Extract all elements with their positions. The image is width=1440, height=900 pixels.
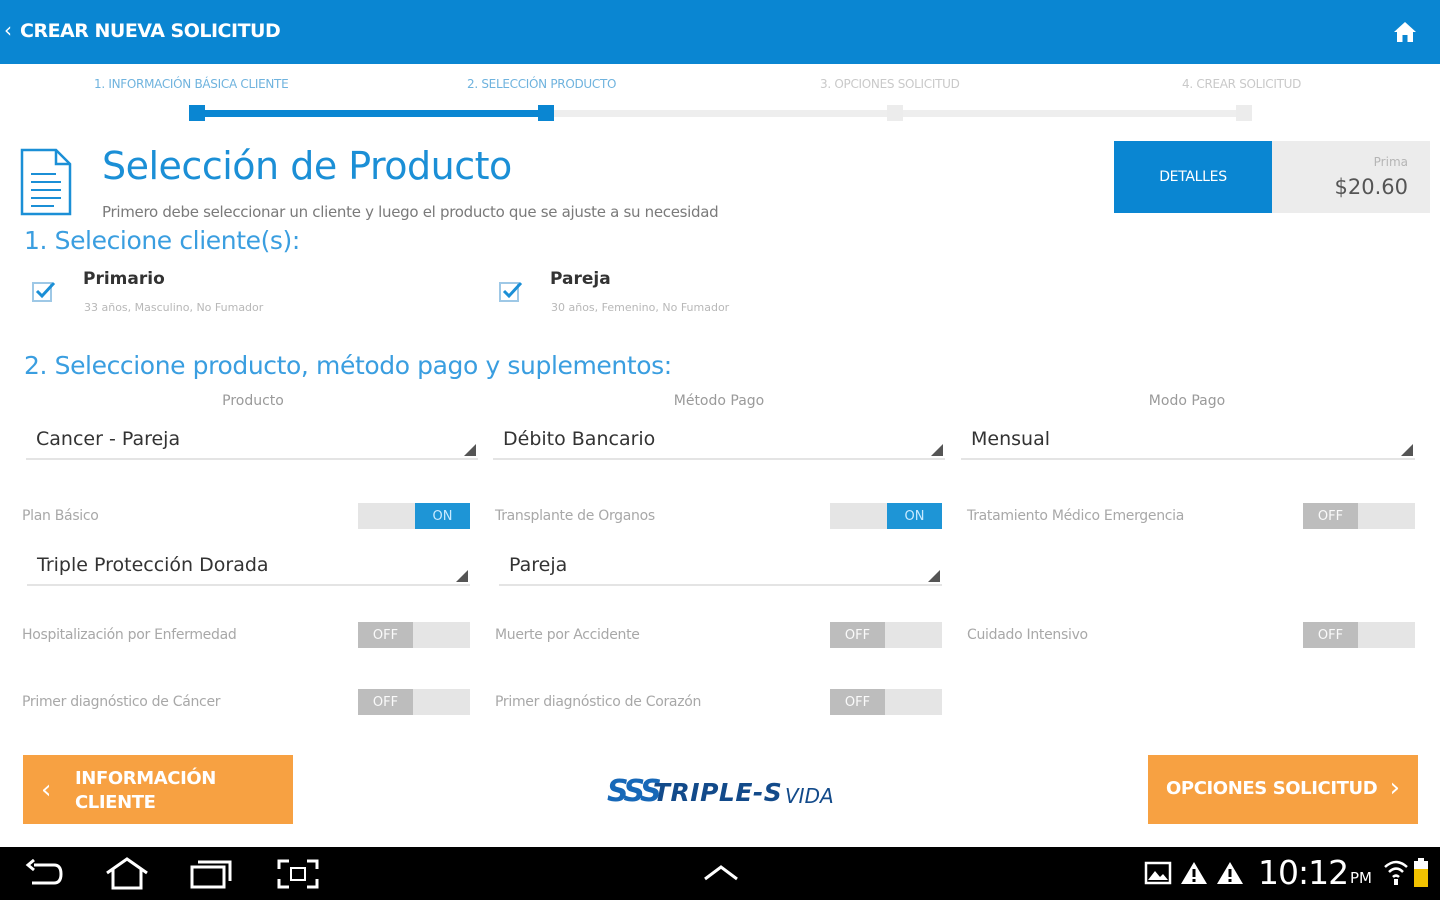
option-label-muerte-accidente: Muerte por Accidente — [495, 627, 640, 643]
back-chevron-icon[interactable]: ‹ — [4, 18, 12, 42]
back-icon[interactable] — [24, 859, 64, 889]
producto-select-value: Cancer - Pareja — [36, 428, 181, 450]
cuidado-intensivo-toggle[interactable]: OFF — [1303, 622, 1415, 648]
stepper-progress — [196, 110, 546, 117]
chevron-up-icon[interactable] — [702, 863, 740, 883]
chevron-right-icon: › — [1389, 773, 1400, 803]
toggle-state: ON — [887, 503, 942, 529]
prev-button-label-line2: CLIENTE — [75, 792, 156, 813]
dropdown-icon — [464, 444, 476, 456]
next-opciones-solicitud-button[interactable]: OPCIONES SOLICITUD › — [1148, 755, 1418, 824]
chevron-left-icon: ‹ — [41, 775, 52, 805]
prima-summary: Prima $20.60 — [1272, 141, 1430, 213]
column-producto: Producto — [222, 393, 284, 409]
client-pareja-name: Pareja — [550, 269, 611, 289]
metodo-pago-select[interactable]: Débito Bancario — [493, 424, 945, 460]
plan-select[interactable]: Triple Protección Dorada — [27, 550, 470, 586]
home-icon[interactable] — [1392, 20, 1418, 44]
toggle-state: OFF — [358, 622, 413, 648]
option-label-transplante: Transplante de Organos — [495, 508, 655, 524]
modo-pago-select-value: Mensual — [971, 428, 1050, 450]
step-3-node[interactable] — [887, 105, 903, 121]
clients-heading: 1. Selecione cliente(s): — [24, 226, 300, 255]
option-label-diagnostico-cancer: Primer diagnóstico de Cáncer — [22, 694, 221, 710]
step-2-node[interactable] — [538, 105, 554, 121]
client-pareja-meta: 30 años, Femenino, No Fumador — [551, 301, 730, 314]
logo-vida: VIDA — [785, 784, 834, 808]
toggle-state: OFF — [1303, 622, 1358, 648]
toggle-state: OFF — [358, 689, 413, 715]
recent-apps-icon[interactable] — [190, 859, 232, 889]
step-4-node[interactable] — [1236, 105, 1252, 121]
page-title: Selección de Producto — [102, 144, 512, 188]
system-clock: 10:12 — [1258, 853, 1349, 892]
toggle-state: OFF — [830, 689, 885, 715]
step-1-label[interactable]: 1. INFORMACIÓN BÁSICA CLIENTE — [94, 77, 289, 91]
column-modo-pago: Modo Pago — [1148, 393, 1226, 409]
dropdown-icon — [456, 570, 468, 582]
client-primario-meta: 33 años, Masculino, No Fumador — [84, 301, 264, 314]
toggle-state: ON — [415, 503, 470, 529]
step-3-label[interactable]: 3. OPCIONES SOLICITUD — [820, 77, 960, 91]
cobertura-select-value: Pareja — [509, 554, 568, 576]
prev-button-label: INFORMACIÓN CLIENTE — [75, 767, 216, 815]
metodo-pago-select-value: Débito Bancario — [503, 428, 656, 450]
modo-pago-select[interactable]: Mensual — [961, 424, 1415, 460]
system-clock-ampm: PM — [1350, 869, 1372, 887]
app-bar: ‹ CREAR NUEVA SOLICITUD — [0, 0, 1440, 64]
diagnostico-cancer-toggle[interactable]: OFF — [358, 689, 470, 715]
page-subtitle: Primero debe seleccionar un cliente y lu… — [102, 203, 719, 221]
hospitalizacion-toggle[interactable]: OFF — [358, 622, 470, 648]
checkmark-icon — [35, 281, 56, 299]
cobertura-select[interactable]: Pareja — [499, 550, 942, 586]
option-label-plan-basico: Plan Básico — [22, 508, 99, 524]
step-4-label[interactable]: 4. CREAR SOLICITUD — [1182, 77, 1301, 91]
toggle-state: OFF — [1303, 503, 1358, 529]
checkmark-icon — [502, 281, 523, 299]
product-heading: 2. Seleccione producto, método pago y su… — [24, 351, 672, 380]
transplante-toggle[interactable]: ON — [830, 503, 942, 529]
diagnostico-corazon-toggle[interactable]: OFF — [830, 689, 942, 715]
plan-select-value: Triple Protección Dorada — [37, 554, 269, 576]
client-primario-name: Primario — [83, 269, 165, 289]
details-button[interactable]: DETALLES — [1114, 141, 1272, 213]
logo-mark: SSS — [607, 774, 662, 809]
producto-select[interactable]: Cancer - Pareja — [26, 424, 478, 460]
app-bar-title[interactable]: CREAR NUEVA SOLICITUD — [20, 20, 281, 42]
prev-button-label-line1: INFORMACIÓN — [75, 768, 216, 789]
dropdown-icon — [931, 444, 943, 456]
step-2-label[interactable]: 2. SELECCIÓN PRODUCTO — [467, 77, 616, 91]
column-metodo-pago: Método Pago — [673, 393, 765, 409]
warning-icon — [1217, 862, 1243, 884]
home-nav-icon[interactable] — [104, 857, 150, 891]
option-label-tratamiento: Tratamiento Médico Emergencia — [967, 508, 1185, 524]
prima-label: Prima — [1373, 155, 1408, 169]
dropdown-icon — [928, 570, 940, 582]
next-button-label: OPCIONES SOLICITUD — [1166, 778, 1378, 799]
wifi-icon — [1384, 860, 1408, 885]
document-icon — [20, 148, 72, 216]
system-nav-bar: 10:12 PM — [0, 847, 1440, 900]
option-label-cuidado-intensivo: Cuidado Intensivo — [967, 627, 1088, 643]
tratamiento-toggle[interactable]: OFF — [1303, 503, 1415, 529]
client-pareja-checkbox[interactable] — [499, 281, 523, 302]
screenshot-icon[interactable] — [277, 859, 319, 889]
plan-basico-toggle[interactable]: ON — [358, 503, 470, 529]
toggle-state: OFF — [830, 622, 885, 648]
battery-icon — [1414, 858, 1428, 887]
logo-name: TRIPLE-S — [653, 778, 783, 807]
prima-value: $20.60 — [1334, 175, 1408, 199]
dropdown-icon — [1401, 444, 1413, 456]
prev-informacion-cliente-button[interactable]: ‹ INFORMACIÓN CLIENTE — [23, 755, 293, 824]
gallery-notification-icon — [1144, 861, 1172, 885]
warning-icon — [1181, 862, 1207, 884]
step-1-node[interactable] — [189, 105, 205, 121]
option-label-hospitalizacion: Hospitalización por Enfermedad — [22, 627, 237, 643]
option-label-diagnostico-corazon: Primer diagnóstico de Corazón — [495, 694, 702, 710]
client-primario-checkbox[interactable] — [32, 281, 56, 302]
muerte-accidente-toggle[interactable]: OFF — [830, 622, 942, 648]
triple-s-vida-logo: SSS TRIPLE-S VIDA — [607, 772, 847, 812]
